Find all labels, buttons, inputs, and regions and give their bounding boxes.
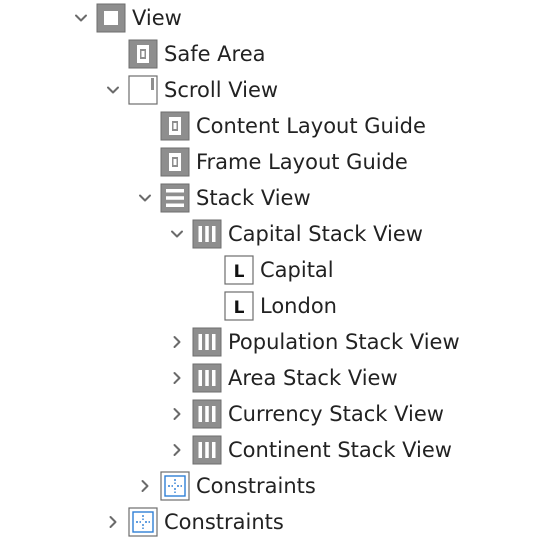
outline-tree: View Safe Area Scroll View Content Layou… — [0, 0, 560, 540]
tree-row-population-stack-view[interactable]: Population Stack View — [162, 324, 460, 360]
chevron-right-icon[interactable] — [130, 468, 160, 504]
constraints-icon — [160, 471, 190, 501]
label-icon: L — [224, 255, 254, 285]
tree-row-label: Content Layout Guide — [196, 114, 426, 138]
tree-row-currency-stack-view[interactable]: Currency Stack View — [162, 396, 444, 432]
tree-row-label: Scroll View — [164, 78, 279, 102]
tree-row-label: View — [132, 6, 182, 30]
tree-row-capital-stack-view[interactable]: Capital Stack View — [162, 216, 423, 252]
svg-text:L: L — [234, 298, 245, 318]
tree-row-label: Constraints — [196, 474, 316, 498]
chevron-down-icon[interactable] — [66, 0, 96, 36]
chevron-down-icon[interactable] — [162, 216, 192, 252]
chevron-right-icon[interactable] — [162, 432, 192, 468]
tree-row-label: Frame Layout Guide — [196, 150, 408, 174]
tree-row-continent-stack-view[interactable]: Continent Stack View — [162, 432, 452, 468]
chevron-down-icon[interactable] — [130, 180, 160, 216]
layout-guide-icon — [128, 39, 158, 69]
layout-guide-icon — [160, 111, 190, 141]
chevron-down-icon[interactable] — [98, 72, 128, 108]
tree-row-stack-view[interactable]: Stack View — [130, 180, 311, 216]
svg-text:L: L — [234, 262, 245, 282]
tree-row-area-stack-view[interactable]: Area Stack View — [162, 360, 398, 396]
tree-row-label: Stack View — [196, 186, 311, 210]
constraints-icon — [128, 507, 158, 537]
tree-row-label: Constraints — [164, 510, 284, 534]
tree-row-label: Capital — [260, 258, 334, 282]
tree-row-label: Safe Area — [164, 42, 266, 66]
tree-row-label: London — [260, 294, 337, 318]
horizontal-stack-icon — [192, 399, 222, 429]
chevron-right-icon[interactable] — [162, 360, 192, 396]
tree-row-label: Continent Stack View — [228, 438, 452, 462]
horizontal-stack-icon — [192, 435, 222, 465]
tree-row-constraints[interactable]: Constraints — [98, 504, 284, 540]
tree-row-capital[interactable]: L Capital — [194, 252, 334, 288]
horizontal-stack-icon — [192, 327, 222, 357]
layout-guide-icon — [160, 147, 190, 177]
tree-row-frame-layout-guide[interactable]: Frame Layout Guide — [130, 144, 408, 180]
scroll-view-icon — [128, 75, 158, 105]
vertical-stack-icon — [160, 183, 190, 213]
horizontal-stack-icon — [192, 363, 222, 393]
tree-row-label: Area Stack View — [228, 366, 398, 390]
view-icon — [96, 3, 126, 33]
chevron-right-icon[interactable] — [162, 324, 192, 360]
horizontal-stack-icon — [192, 219, 222, 249]
chevron-right-icon[interactable] — [162, 396, 192, 432]
chevron-right-icon[interactable] — [98, 504, 128, 540]
tree-row-label: Currency Stack View — [228, 402, 444, 426]
tree-row-scroll-view[interactable]: Scroll View — [98, 72, 278, 108]
tree-row-label: Population Stack View — [228, 330, 460, 354]
tree-row-safe-area[interactable]: Safe Area — [98, 36, 266, 72]
tree-row-view[interactable]: View — [66, 0, 182, 36]
tree-row-label: Capital Stack View — [228, 222, 423, 246]
label-icon: L — [224, 291, 254, 321]
tree-row-constraints[interactable]: Constraints — [130, 468, 316, 504]
tree-row-london[interactable]: L London — [194, 288, 337, 324]
tree-row-content-layout-guide[interactable]: Content Layout Guide — [130, 108, 426, 144]
